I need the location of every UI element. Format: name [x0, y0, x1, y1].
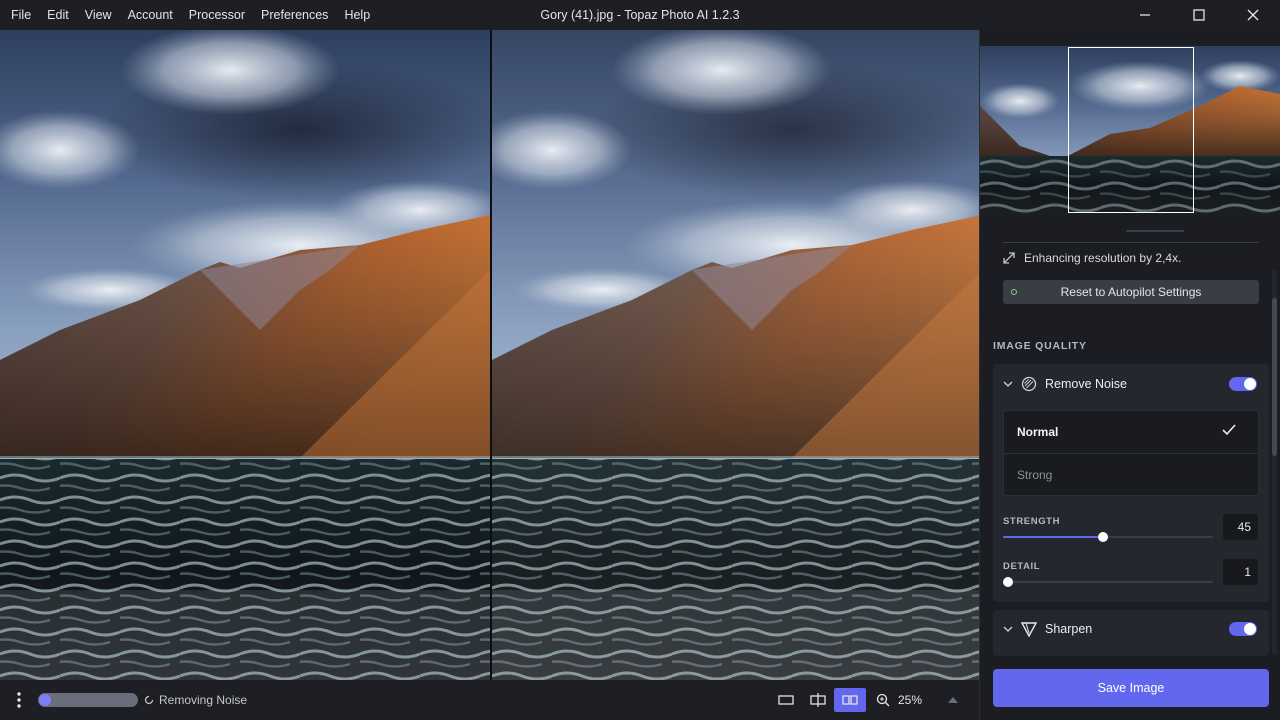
close-icon — [1247, 9, 1259, 21]
original-photo — [0, 30, 490, 680]
panel-scrollbar-thumb[interactable] — [1272, 298, 1277, 456]
menu-file[interactable]: File — [3, 0, 39, 30]
strength-label: STRENGTH — [1003, 516, 1061, 527]
zoom-control[interactable]: 25% — [876, 688, 958, 712]
remove-noise-title: Remove Noise — [1045, 377, 1127, 391]
option-normal-label: Normal — [1017, 425, 1059, 439]
remove-noise-header[interactable]: Remove Noise — [1003, 366, 1127, 402]
single-view-button[interactable] — [770, 688, 802, 712]
navigator-thumbnail[interactable] — [980, 46, 1280, 214]
title-bar: File Edit View Account Processor Prefere… — [0, 0, 1280, 30]
more-options-button[interactable] — [0, 680, 38, 720]
progress-fill — [39, 694, 51, 706]
processing-status: Removing Noise — [144, 693, 247, 707]
strength-value-input[interactable]: 45 — [1223, 514, 1258, 540]
side-by-side-view-button[interactable] — [834, 688, 866, 712]
sharpen-header[interactable]: Sharpen — [1003, 611, 1092, 647]
detail-slider[interactable] — [1003, 577, 1213, 587]
chevron-down-icon[interactable] — [1003, 380, 1013, 388]
menu-processor[interactable]: Processor — [181, 0, 253, 30]
spinner-icon — [144, 695, 154, 705]
processing-progress-bar — [38, 693, 138, 707]
zoom-icon — [876, 693, 890, 707]
save-image-button[interactable]: Save Image — [993, 669, 1269, 707]
panel-scrollbar[interactable] — [1272, 270, 1277, 655]
split-view-icon — [810, 693, 826, 707]
side-by-side-icon — [842, 695, 858, 705]
menu-preferences[interactable]: Preferences — [253, 0, 336, 30]
more-vertical-icon — [17, 692, 21, 708]
sharpen-title: Sharpen — [1045, 622, 1093, 636]
expand-arrows-icon — [1003, 252, 1015, 264]
detail-value-input[interactable]: 1 — [1223, 559, 1258, 585]
strength-slider-fill — [1003, 536, 1098, 538]
close-button[interactable] — [1226, 0, 1280, 30]
strength-slider-knob[interactable] — [1097, 532, 1108, 542]
minimize-icon — [1140, 14, 1150, 16]
option-normal[interactable]: Normal — [1004, 411, 1258, 453]
checkmark-icon — [1222, 424, 1236, 436]
panel-drag-handle[interactable] — [1126, 230, 1184, 232]
remove-noise-icon — [1021, 376, 1037, 392]
original-image[interactable] — [0, 30, 490, 680]
option-strong-label: Strong — [1017, 467, 1053, 482]
menu-bar: File Edit View Account Processor Prefere… — [0, 0, 378, 30]
autopilot-status-dot-icon — [1011, 289, 1017, 295]
sharpen-toggle[interactable] — [1229, 622, 1257, 636]
detail-label: DETAIL — [1003, 561, 1041, 572]
processed-photo — [492, 30, 979, 680]
status-text: Removing Noise — [159, 693, 248, 707]
menu-edit[interactable]: Edit — [39, 0, 77, 30]
maximize-icon — [1193, 9, 1205, 21]
option-strong[interactable]: Strong — [1004, 453, 1258, 495]
autopilot-enhance-info: Enhancing resolution by 2,4x. — [1003, 251, 1181, 265]
remove-noise-toggle[interactable] — [1229, 377, 1257, 391]
reset-label: Reset to Autopilot Settings — [1060, 285, 1202, 299]
window-controls — [1118, 0, 1280, 30]
zoom-dropdown-caret-icon[interactable] — [948, 697, 958, 703]
maximize-button[interactable] — [1172, 0, 1226, 30]
detail-slider-knob[interactable] — [1003, 577, 1013, 587]
sharpen-icon — [1021, 622, 1037, 637]
chevron-down-icon[interactable] — [1003, 625, 1013, 633]
toggle-knob — [1244, 623, 1256, 635]
menu-view[interactable]: View — [77, 0, 120, 30]
menu-help[interactable]: Help — [336, 0, 378, 30]
single-view-icon — [778, 695, 794, 705]
noise-mode-options: Normal Strong — [1003, 410, 1259, 496]
zoom-value: 25% — [898, 693, 923, 707]
processed-image[interactable] — [492, 30, 979, 680]
minimize-button[interactable] — [1118, 0, 1172, 30]
view-mode-group — [770, 688, 866, 712]
side-panel: Enhancing resolution by 2,4x. Reset to A… — [979, 30, 1280, 720]
image-preview[interactable] — [0, 30, 979, 680]
reset-autopilot-button[interactable]: Reset to Autopilot Settings — [1003, 280, 1259, 304]
menu-account[interactable]: Account — [120, 0, 181, 30]
navigator-viewport-frame[interactable] — [1068, 47, 1194, 213]
toggle-knob — [1244, 378, 1256, 390]
enhance-text: Enhancing resolution by 2,4x. — [1024, 251, 1182, 265]
strength-slider[interactable] — [1003, 532, 1213, 542]
split-view-button[interactable] — [802, 688, 834, 712]
divider — [1003, 242, 1259, 243]
image-quality-label: IMAGE QUALITY — [993, 340, 1087, 352]
